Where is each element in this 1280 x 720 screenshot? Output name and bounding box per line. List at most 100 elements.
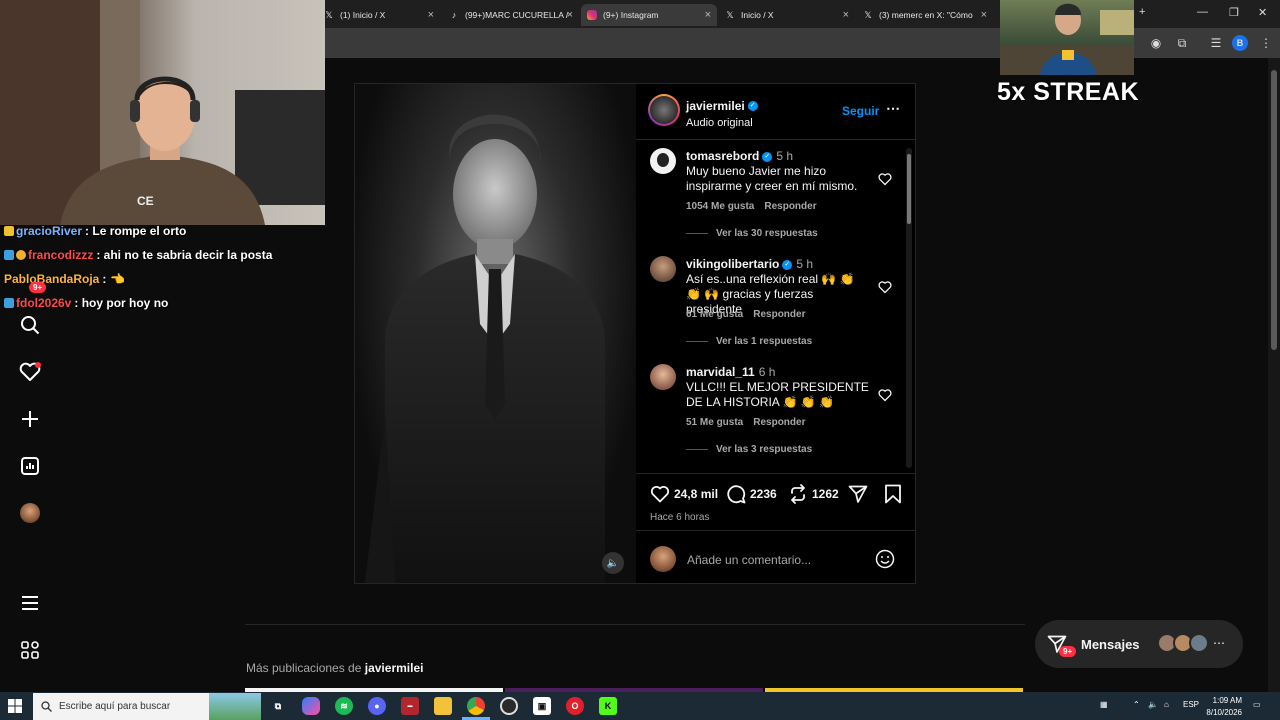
tab-inicio-x-2[interactable]: 𝕏 Inicio / X × <box>719 4 855 26</box>
comment-like-icon[interactable] <box>878 388 892 402</box>
comment-username[interactable]: vikingolibertario <box>686 257 779 271</box>
windows-start-icon[interactable] <box>7 698 23 714</box>
clock-date[interactable]: 8/10/2026 <box>1202 708 1242 717</box>
search-icon[interactable] <box>19 314 41 336</box>
app-icon[interactable]: ▬ <box>401 697 419 715</box>
copilot-icon[interactable] <box>302 697 320 715</box>
close-icon[interactable]: × <box>567 9 573 21</box>
comment-likes[interactable]: 51 Me gusta <box>686 417 743 428</box>
chat-username: PabloBandaRoja <box>4 272 100 286</box>
comment-username[interactable]: tomasrebord <box>686 149 759 163</box>
x-logo-icon: 𝕏 <box>726 9 734 20</box>
reply-button[interactable]: Responder <box>753 417 805 428</box>
verified-badge-icon: ✓ <box>762 151 773 162</box>
author-avatar[interactable] <box>648 94 680 126</box>
restore-icon[interactable]: ❐ <box>1229 6 1239 19</box>
kick-icon[interactable]: K <box>599 697 617 715</box>
like-button[interactable]: 24,8 mil <box>650 484 718 504</box>
tab-title: Inicio / X <box>741 10 774 20</box>
opera-icon[interactable]: O <box>566 697 584 715</box>
share-button[interactable] <box>848 484 872 504</box>
notifications-heart-icon[interactable] <box>19 361 41 383</box>
streamer-webcam: CE <box>0 0 325 225</box>
comment-likes[interactable]: 1054 Me gusta <box>686 201 754 212</box>
discord-icon[interactable]: ● <box>368 697 386 715</box>
close-icon[interactable]: × <box>981 9 987 21</box>
like-count: 24,8 mil <box>674 487 719 501</box>
network-icon[interactable]: ⌂ <box>1164 700 1169 709</box>
chat-text: : Le rompe el orto <box>85 224 187 238</box>
comment-username[interactable]: marvidal_11 <box>686 365 755 379</box>
emoji-icon[interactable] <box>875 549 895 569</box>
more-posts-author[interactable]: javiermilei <box>365 661 424 675</box>
tab-instagram[interactable]: (9+) Instagram × <box>581 4 717 26</box>
chat-username: fdol2026v <box>16 296 72 310</box>
author-username[interactable]: javiermilei <box>686 99 745 113</box>
file-explorer-icon[interactable] <box>434 697 452 715</box>
also-from-meta-icon[interactable] <box>19 639 41 661</box>
extension-icon[interactable]: ◉ <box>1148 35 1164 51</box>
more-options-icon[interactable]: ⋯ <box>886 100 900 117</box>
minimize-icon[interactable]: — <box>1197 6 1208 18</box>
comment-button[interactable]: 2236 <box>726 484 777 504</box>
post-actions: 24,8 mil 2236 1262 Hace 6 horas Añade un… <box>636 473 915 583</box>
more-menu-icon[interactable] <box>19 592 41 614</box>
language-indicator[interactable]: ESP <box>1183 700 1199 709</box>
new-tab-icon[interactable]: + <box>1139 6 1145 18</box>
secondary-webcam <box>1000 0 1134 75</box>
volume-icon[interactable]: 🔈 <box>1148 700 1158 709</box>
view-replies-button[interactable]: Ver las 3 respuestas <box>686 444 812 455</box>
reply-button[interactable]: Responder <box>764 201 816 212</box>
notification-center-icon[interactable]: ▭ <box>1253 700 1261 709</box>
commenter-avatar[interactable] <box>650 148 676 174</box>
chrome-icon[interactable] <box>467 697 485 715</box>
view-replies-button[interactable]: Ver las 1 respuestas <box>686 336 812 347</box>
tray-app-icon[interactable]: ▦ <box>1100 700 1108 709</box>
messages-badge: 9+ <box>1059 646 1077 657</box>
commenter-avatar[interactable] <box>650 256 676 282</box>
puzzle-icon[interactable]: ⧉ <box>1174 35 1190 51</box>
clock-time[interactable]: 1:09 AM <box>1206 696 1242 705</box>
comment-like-icon[interactable] <box>878 280 892 294</box>
obs-icon[interactable] <box>500 697 518 715</box>
mute-audio-icon[interactable]: 🔈 <box>602 552 624 574</box>
dashboard-icon[interactable] <box>19 455 41 477</box>
taskbar-search-input[interactable]: Escribe aquí para buscar <box>33 693 261 720</box>
spotify-icon[interactable]: ≋ <box>335 697 353 715</box>
profile-avatar[interactable]: B <box>1232 35 1248 51</box>
repost-button[interactable]: 1262 <box>788 484 839 504</box>
tab-tiktok[interactable]: ♪ (99+)MARC CUCURELLA / × <box>443 4 579 26</box>
page-scrollbar[interactable] <box>1268 58 1280 692</box>
chevron-up-icon[interactable]: ⌃ <box>1133 700 1140 709</box>
reply-button[interactable]: Responder <box>753 309 805 320</box>
repost-icon <box>791 484 805 504</box>
profile-avatar-icon[interactable] <box>19 502 41 524</box>
menu-dots-icon[interactable]: ⋮ <box>1258 35 1274 51</box>
comment-like-icon[interactable] <box>878 172 892 186</box>
subscriber-badge-icon <box>4 250 14 260</box>
audio-label[interactable]: Audio original <box>686 117 758 129</box>
author-info: javiermilei ✓ Audio original <box>686 97 758 129</box>
app-icon[interactable]: ▣ <box>533 697 551 715</box>
close-icon[interactable]: × <box>843 9 849 21</box>
comment-input[interactable]: Añade un comentario... <box>687 553 811 567</box>
tab-inicio-x-1[interactable]: 𝕏 (1) Inicio / X × <box>318 4 440 26</box>
comments-scrollbar[interactable] <box>906 148 912 468</box>
close-icon[interactable]: × <box>705 9 711 21</box>
task-view-icon[interactable]: ⧉ <box>269 697 287 715</box>
follow-button[interactable]: Seguir <box>842 104 879 118</box>
x-logo-icon: 𝕏 <box>864 9 872 20</box>
post-photo[interactable]: 🔈 <box>355 84 636 583</box>
create-plus-icon[interactable] <box>19 408 41 430</box>
view-replies-button[interactable]: Ver las 30 respuestas <box>686 228 818 239</box>
close-icon[interactable]: × <box>428 9 434 21</box>
commenter-avatar[interactable] <box>650 364 676 390</box>
window-close-icon[interactable]: ✕ <box>1258 6 1267 19</box>
comment-body: tomasrebord ✓ 5 h Muy bueno Javier me hizo… <box>686 149 871 194</box>
tab-search-icon[interactable]: ☰ <box>1208 35 1224 51</box>
comment-likes[interactable]: 61 Me gusta <box>686 309 743 320</box>
tab-memerc[interactable]: 𝕏 (3) memerc en X: "Cómo × <box>857 4 993 26</box>
save-button[interactable] <box>884 484 906 504</box>
tab-title: (99+)MARC CUCURELLA / <box>465 10 569 20</box>
messages-button[interactable]: 9+ Mensajes ⋯ <box>1035 620 1243 668</box>
